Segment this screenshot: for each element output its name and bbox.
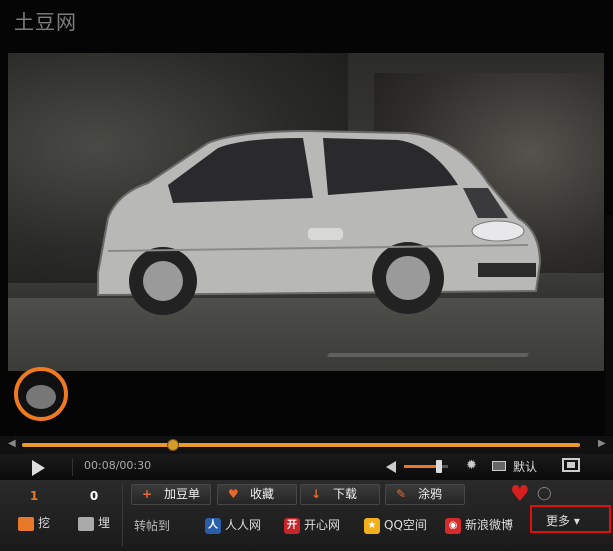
- favorite-label: 收藏: [250, 487, 275, 501]
- right-edge-strip: [605, 215, 613, 435]
- quality-label[interactable]: 默认: [513, 458, 537, 475]
- fullscreen-icon[interactable]: [562, 458, 580, 472]
- download-icon: ↓: [311, 487, 322, 501]
- arrow-right-icon[interactable]: ▶: [598, 438, 606, 449]
- dig-up-row: 挖: [4, 514, 64, 531]
- volume-slider[interactable]: [404, 460, 448, 473]
- favorite-button[interactable]: ♥ 收藏: [217, 484, 297, 505]
- dig-up-button[interactable]: 1 挖: [4, 480, 64, 551]
- qzone-icon: ★: [364, 517, 380, 534]
- thumb-down-icon: [77, 516, 94, 531]
- kaixin-icon: 开: [284, 517, 300, 534]
- weibo-icon: ◉: [445, 517, 461, 534]
- divider: [122, 484, 123, 546]
- doodle-label: 涂鸦: [418, 487, 443, 501]
- doodle-button[interactable]: ✎ 涂鸦: [385, 484, 465, 505]
- volume-knob[interactable]: [436, 460, 443, 473]
- minivan-car: [97, 129, 542, 315]
- player-controls: ◀ ▶ 00:08/00:30 ✹ 默认: [0, 436, 613, 480]
- dig-down-row: 埋: [64, 514, 124, 531]
- add-playlist-button[interactable]: + 加豆单: [131, 484, 211, 505]
- tudou-watermark: 土豆网: [14, 10, 77, 34]
- share-renren[interactable]: 人人人网: [205, 514, 261, 536]
- heart-icon: ♥: [228, 487, 239, 501]
- renren-icon: 人: [205, 517, 221, 534]
- download-button[interactable]: ↓ 下载: [300, 484, 380, 505]
- share-qzone[interactable]: ★ QQ空间: [364, 514, 427, 536]
- share-kaixin[interactable]: 开开心网: [284, 514, 340, 536]
- more-button[interactable]: 更多 ▾: [530, 505, 611, 533]
- share-weibo[interactable]: ◉ 新浪微博: [445, 514, 513, 536]
- dig-down-label: 埋: [97, 516, 110, 530]
- volume-icon[interactable]: [386, 461, 396, 473]
- control-bar: 00:08/00:30 ✹ 默认: [0, 454, 613, 480]
- ford-logo-icon: ◯: [537, 486, 552, 501]
- divider: [72, 458, 73, 476]
- add-playlist-label: 加豆单: [164, 487, 201, 501]
- video-frame: [8, 53, 604, 371]
- more-label: 更多 ▾: [546, 514, 580, 528]
- progress-bar[interactable]: [22, 439, 580, 451]
- action-panel: 1 挖 0 埋 + 加豆单 ♥ 收藏 ↓ 下载 ✎ 涂鸦 转帖到 人人人网 开开…: [0, 480, 613, 551]
- progress-fill: [22, 443, 580, 447]
- brightness-icon[interactable]: ✹: [466, 458, 477, 473]
- play-button[interactable]: [32, 460, 45, 476]
- share-label: 转帖到: [134, 519, 171, 533]
- share-qzone-label: QQ空间: [384, 518, 427, 532]
- dig-down-count: 0: [89, 489, 99, 503]
- video-area[interactable]: 土豆网: [0, 0, 613, 436]
- more-text: 更多: [546, 514, 571, 528]
- volume-fill: [404, 465, 440, 468]
- heart-logo-icon: ♥: [510, 482, 530, 507]
- share-weibo-label: 新浪微博: [465, 518, 514, 532]
- dig-up-count: 1: [29, 489, 39, 503]
- thumb-up-icon: [17, 516, 34, 531]
- download-label: 下载: [333, 487, 358, 501]
- road-line: [326, 353, 530, 357]
- arrow-left-icon[interactable]: ◀: [8, 438, 16, 449]
- time-display: 00:08/00:30: [84, 459, 152, 472]
- dig-down-button[interactable]: 0 埋: [64, 480, 124, 551]
- progress-knob[interactable]: [166, 439, 179, 451]
- dig-up-label: 挖: [37, 516, 50, 530]
- share-kaixin-label: 开心网: [304, 518, 341, 532]
- loading-spinner-icon: [14, 367, 68, 421]
- quality-icon[interactable]: [492, 461, 506, 471]
- share-renren-label: 人人网: [225, 518, 262, 532]
- plus-icon: +: [142, 487, 153, 501]
- pen-icon: ✎: [396, 487, 407, 501]
